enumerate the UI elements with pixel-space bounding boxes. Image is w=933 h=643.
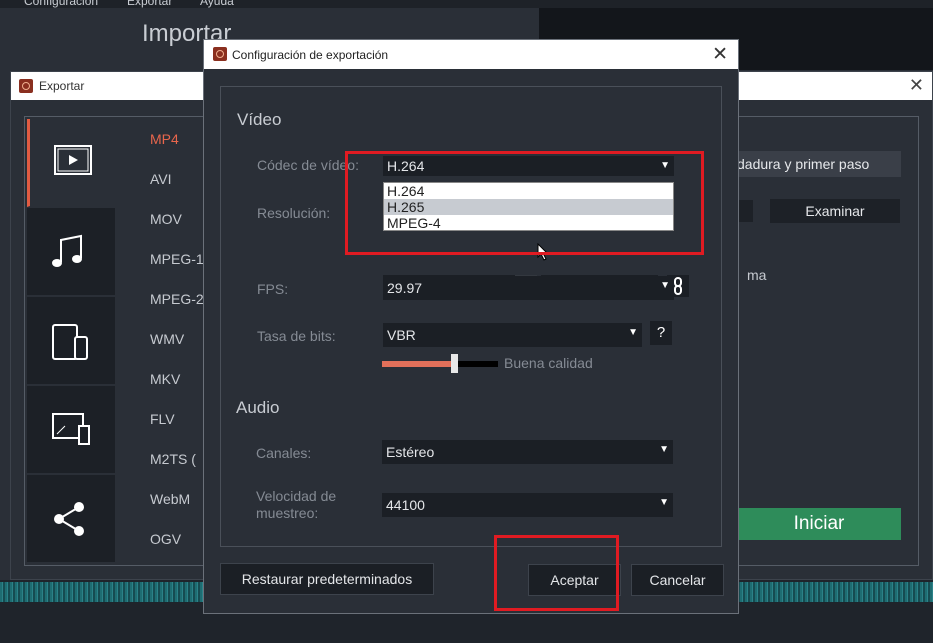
quality-slider-handle[interactable] (450, 354, 458, 373)
config-titlebar: Configuración de exportación ✕ (204, 40, 738, 69)
tab-video[interactable] (27, 119, 115, 207)
start-button[interactable]: Iniciar (737, 508, 901, 540)
fps-select[interactable]: 29.97 ▼ (383, 276, 674, 300)
sample-rate-value: 44100 (386, 497, 425, 513)
channels-value: Estéreo (386, 444, 435, 460)
codec-highlight-box (345, 151, 704, 255)
devices-icon (52, 324, 88, 360)
bitrate-value: VBR (387, 327, 416, 343)
bitrate-label: Tasa de bits: (257, 328, 336, 344)
tab-audio[interactable] (27, 208, 115, 296)
chevron-down-icon: ▼ (628, 327, 638, 338)
browse-button[interactable]: Examinar (770, 199, 900, 223)
format-m2ts[interactable]: M2TS ( (150, 451, 196, 467)
format-mkv[interactable]: MKV (150, 371, 180, 387)
chevron-down-icon: ▼ (659, 497, 669, 508)
format-mpeg2[interactable]: MPEG-2 (150, 291, 204, 307)
option-label: ma (747, 267, 767, 283)
format-mpeg1[interactable]: MPEG-1 (150, 251, 204, 267)
menu-bar: Configuración Exportar Ayuda (0, 0, 933, 8)
sample-rate-select[interactable]: 44100 ▼ (382, 493, 673, 517)
app-icon (213, 47, 227, 61)
fps-label: FPS: (257, 281, 289, 297)
sample-rate-label: Velocidad de muestreo: (256, 488, 336, 522)
sample-rate-label-line1: Velocidad de (256, 488, 337, 504)
export-close-button[interactable]: ✕ (909, 75, 924, 96)
tab-share[interactable] (27, 475, 115, 563)
music-icon (52, 234, 82, 267)
tab-tv[interactable] (27, 386, 115, 474)
channels-label: Canales: (256, 445, 312, 461)
fps-value: 29.97 (387, 280, 423, 296)
file-name-field[interactable]: dadura y primer paso (731, 151, 901, 177)
format-wmv[interactable]: WMV (150, 331, 184, 347)
export-title: Exportar (39, 79, 85, 93)
format-mp4[interactable]: MP4 (150, 131, 179, 147)
config-close-button[interactable]: ✕ (712, 43, 728, 66)
tv-icon (52, 413, 90, 445)
config-title: Configuración de exportación (232, 48, 389, 62)
tab-devices[interactable] (27, 297, 115, 385)
audio-section-title: Audio (236, 398, 280, 417)
codec-label: Códec de vídeo: (257, 157, 359, 173)
video-section-title: Vídeo (237, 110, 282, 129)
format-ogv[interactable]: OGV (150, 531, 181, 547)
video-icon (54, 145, 92, 175)
bitrate-help-button[interactable]: ? (650, 321, 672, 345)
bitrate-select[interactable]: VBR ▼ (383, 323, 642, 347)
format-flv[interactable]: FLV (150, 411, 175, 427)
restore-defaults-button[interactable]: Restaurar predeterminados (220, 563, 434, 595)
chevron-down-icon: ▼ (660, 280, 670, 291)
format-avi[interactable]: AVI (150, 171, 172, 187)
sample-rate-label-line2: muestreo: (256, 505, 319, 521)
resolution-label: Resolución: (257, 205, 331, 221)
cancel-button[interactable]: Cancelar (631, 564, 724, 596)
menu-configuracion[interactable]: Configuración (24, 0, 98, 8)
format-webm[interactable]: WebM (150, 491, 190, 507)
app-icon (19, 79, 33, 93)
export-settings-dialog: Configuración de exportación ✕ Vídeo Cód… (203, 39, 739, 614)
menu-exportar[interactable]: Exportar (127, 0, 172, 8)
menu-ayuda[interactable]: Ayuda (200, 0, 234, 8)
accept-highlight-box (494, 535, 619, 611)
quality-label: Buena calidad (504, 355, 593, 371)
quality-slider-fill (382, 361, 454, 367)
share-icon (54, 502, 84, 536)
channels-select[interactable]: Estéreo ▼ (382, 440, 673, 464)
chevron-down-icon: ▼ (659, 444, 669, 455)
format-mov[interactable]: MOV (150, 211, 182, 227)
